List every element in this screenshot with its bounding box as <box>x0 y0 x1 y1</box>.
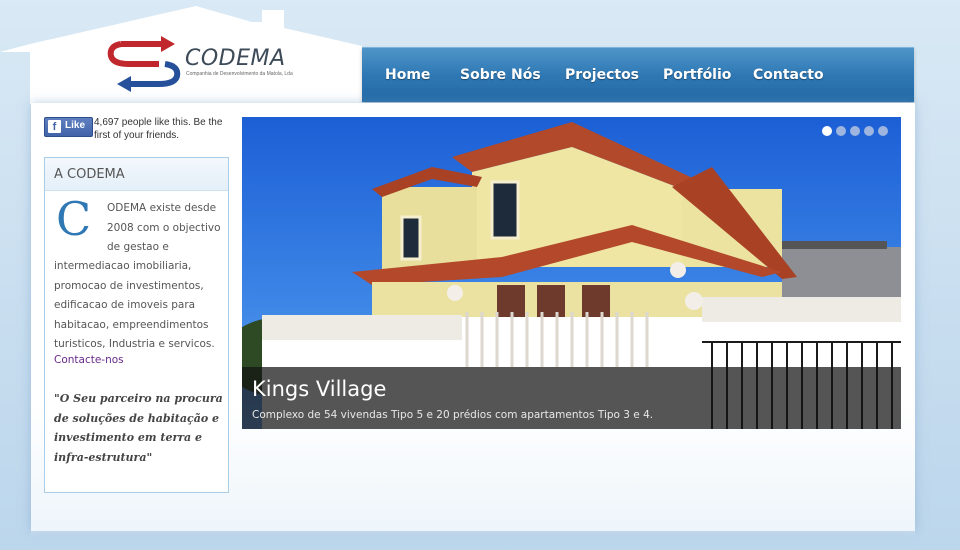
logo-tagline: Companhia de Desenvolvimento da Matola, … <box>186 71 293 77</box>
slogan-quote: "O Seu parceiro na procura de soluções d… <box>54 392 223 464</box>
panel-shadow <box>31 531 915 539</box>
slide-title: Kings Village <box>252 377 387 401</box>
nav-projectos[interactable]: Projectos <box>565 67 639 83</box>
slider-dot-5[interactable] <box>878 126 888 136</box>
contact-link[interactable]: Contacte-nos <box>54 354 124 366</box>
image-slider[interactable]: Kings Village Complexo de 54 vivendas Ti… <box>242 117 901 429</box>
slider-dot-4[interactable] <box>864 126 874 136</box>
logo-name: CODEMA <box>185 46 286 71</box>
about-text-first: ODEMA existe desde 2008 com o objectivo … <box>107 202 221 253</box>
facebook-icon: f <box>48 120 61 133</box>
about-dropcap: C <box>56 192 92 246</box>
about-text: intermediacao imobiliaria, promocao de i… <box>54 260 215 350</box>
main-nav: Home Sobre Nós Projectos Portfólio Conta… <box>362 47 914 102</box>
about-box-header: A CODEMA <box>45 158 228 191</box>
nav-contacto[interactable]: Contacto <box>753 67 824 83</box>
facebook-like-button[interactable]: f Like <box>44 117 93 137</box>
slider-dot-1[interactable] <box>822 126 832 136</box>
facebook-like-count: 4,697 people like this. Be the first of … <box>94 117 223 141</box>
nav-sobre-nos[interactable]: Sobre Nós <box>460 67 541 83</box>
slide-caption: Kings Village Complexo de 54 vivendas Ti… <box>242 367 901 429</box>
logo-arrows-icon <box>107 36 181 92</box>
nav-home[interactable]: Home <box>385 67 430 83</box>
slider-dot-3[interactable] <box>850 126 860 136</box>
slider-dot-2[interactable] <box>836 126 846 136</box>
about-box-title: A CODEMA <box>54 167 125 182</box>
codema-logo[interactable]: CODEMA Companhia de Desenvolvimento da M… <box>107 34 297 94</box>
slide-description: Complexo de 54 vivendas Tipo 5 e 20 préd… <box>252 409 654 421</box>
nav-portfolio[interactable]: Portfólio <box>663 67 731 83</box>
like-label: Like <box>65 120 86 131</box>
